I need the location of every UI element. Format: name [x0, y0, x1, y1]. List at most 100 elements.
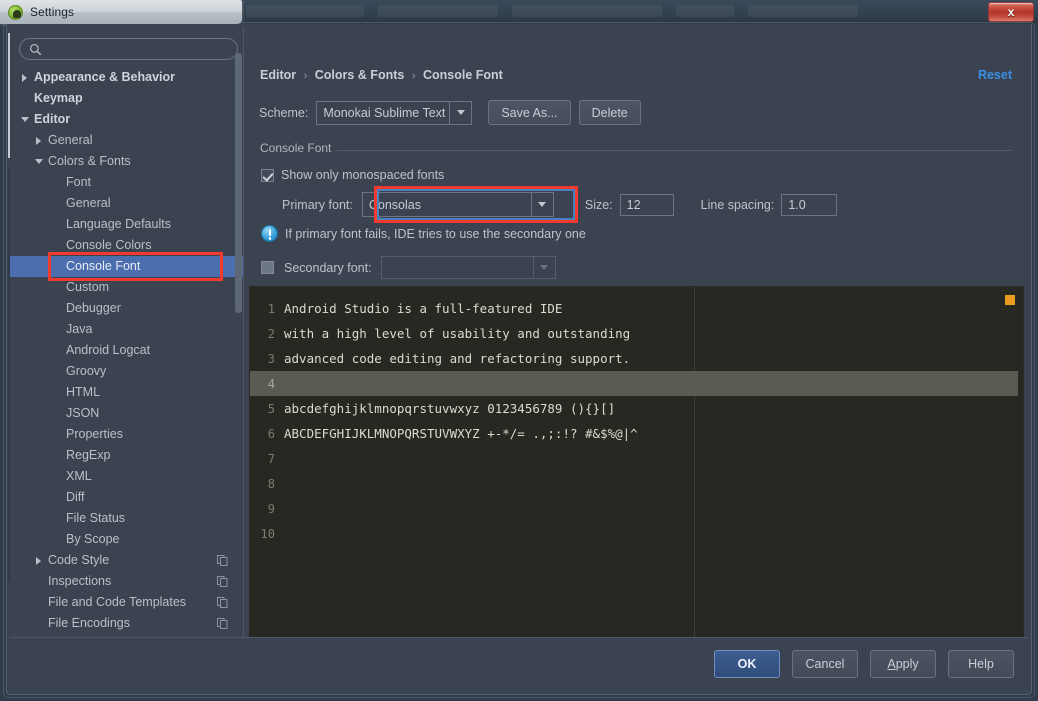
chevron-down-icon[interactable]	[449, 102, 471, 124]
sidebar-item-language-defaults[interactable]: Language Defaults	[10, 214, 244, 235]
tree-spacer	[52, 450, 63, 461]
sidebar-item-console-font[interactable]: Console Font	[10, 256, 244, 277]
breadcrumb-separator: ›	[412, 70, 416, 82]
sidebar-item-java[interactable]: Java	[10, 319, 244, 340]
search-icon	[29, 43, 42, 56]
tree-spacer	[52, 408, 63, 419]
sidebar-item-file-and-code-templates[interactable]: File and Code Templates	[10, 592, 244, 613]
console-font-group-title: Console Font	[260, 141, 337, 155]
tree-spacer	[52, 387, 63, 398]
sidebar-item-keymap[interactable]: Keymap	[10, 88, 244, 109]
secondary-font-combobox[interactable]	[381, 256, 556, 279]
chevron-right-icon[interactable]	[34, 135, 45, 146]
apply-button[interactable]: Apply	[870, 650, 936, 678]
sidebar-item-label: Diff	[66, 487, 85, 508]
sidebar-item-debugger[interactable]: Debugger	[10, 298, 244, 319]
close-icon: x	[1008, 5, 1015, 19]
sidebar-item-label: File and Code Templates	[48, 592, 186, 613]
tree-spacer	[52, 513, 63, 524]
settings-sidebar: Appearance & BehaviorKeymapEditorGeneral…	[10, 27, 244, 637]
size-input[interactable]: 12	[620, 194, 674, 216]
sidebar-item-label: Android Logcat	[66, 340, 150, 361]
preview-line: 4	[250, 371, 1023, 396]
sidebar-item-file-status[interactable]: File Status	[10, 508, 244, 529]
chevron-down-icon[interactable]	[533, 257, 555, 278]
sidebar-item-label: Code Style	[48, 550, 109, 571]
window-title: Settings	[30, 5, 74, 19]
primary-font-label: Primary font:	[282, 198, 353, 212]
save-as-button[interactable]: Save As...	[488, 100, 570, 125]
sidebar-item-label: Properties	[66, 424, 123, 445]
copy-settings-icon[interactable]	[217, 597, 228, 608]
sidebar-item-android-logcat[interactable]: Android Logcat	[10, 340, 244, 361]
preview-scrollbar[interactable]	[1018, 287, 1023, 637]
sidebar-item-by-scope[interactable]: By Scope	[10, 529, 244, 550]
preview-line: 10	[250, 521, 1023, 546]
scheme-combobox[interactable]: Monokai Sublime Text 3	[316, 101, 472, 125]
sidebar-item-file-encodings[interactable]: File Encodings	[10, 613, 244, 634]
tree-spacer	[52, 492, 63, 503]
line-number: 2	[250, 327, 280, 341]
breadcrumb-item-1[interactable]: Colors & Fonts	[315, 68, 405, 82]
ok-button[interactable]: OK	[714, 650, 780, 678]
sidebar-scrollbar[interactable]	[235, 27, 242, 597]
sidebar-item-appearance-behavior[interactable]: Appearance & Behavior	[10, 67, 244, 88]
tree-spacer	[34, 576, 45, 587]
sidebar-item-xml[interactable]: XML	[10, 466, 244, 487]
line-number: 9	[250, 502, 280, 516]
sidebar-item-general[interactable]: General	[10, 130, 244, 151]
primary-font-combobox[interactable]: Consolas	[362, 192, 554, 217]
sidebar-item-inspections[interactable]: Inspections	[10, 571, 244, 592]
copy-settings-icon[interactable]	[217, 576, 228, 587]
chevron-down-icon[interactable]	[20, 114, 31, 125]
font-preview-editor[interactable]: 1Android Studio is a full-featured IDE2w…	[249, 286, 1024, 637]
line-spacing-label: Line spacing:	[701, 198, 775, 212]
sidebar-item-code-style[interactable]: Code Style	[10, 550, 244, 571]
sidebar-item-colors-fonts[interactable]: Colors & Fonts	[10, 151, 244, 172]
scheme-row: Scheme: Monokai Sublime Text 3 Save As..…	[259, 100, 641, 125]
apply-mnemonic: A	[887, 657, 895, 671]
line-number: 7	[250, 452, 280, 466]
sidebar-item-groovy[interactable]: Groovy	[10, 361, 244, 382]
monospaced-checkbox-row[interactable]: Show only monospaced fonts	[261, 168, 444, 182]
chevron-down-icon[interactable]	[531, 193, 553, 216]
secondary-font-checkbox[interactable]	[261, 261, 274, 274]
sidebar-item-editor[interactable]: Editor	[10, 109, 244, 130]
cancel-button[interactable]: Cancel	[792, 650, 858, 678]
chevron-right-icon[interactable]	[34, 555, 45, 566]
tree-spacer	[34, 618, 45, 629]
sidebar-item-console-colors[interactable]: Console Colors	[10, 235, 244, 256]
search-input[interactable]	[19, 38, 238, 60]
secondary-font-hint-row: If primary font fails, IDE tries to use …	[261, 225, 586, 242]
delete-button[interactable]: Delete	[579, 100, 641, 125]
sidebar-item-properties[interactable]: Properties	[10, 424, 244, 445]
sidebar-item-regexp[interactable]: RegExp	[10, 445, 244, 466]
monospaced-checkbox[interactable]	[261, 169, 274, 182]
tree-spacer	[52, 240, 63, 251]
sidebar-item-diff[interactable]: Diff	[10, 487, 244, 508]
dialog-button-bar: OK Cancel Apply Help	[10, 637, 1028, 691]
tree-spacer	[52, 219, 63, 230]
breadcrumb-item-0[interactable]: Editor	[260, 68, 296, 82]
sidebar-item-general[interactable]: General	[10, 193, 244, 214]
copy-settings-icon[interactable]	[217, 555, 228, 566]
sidebar-item-label: File Status	[66, 508, 125, 529]
help-button[interactable]: Help	[948, 650, 1014, 678]
tree-spacer	[52, 282, 63, 293]
sidebar-item-label: Colors & Fonts	[48, 151, 131, 172]
sidebar-item-custom[interactable]: Custom	[10, 277, 244, 298]
sidebar-item-html[interactable]: HTML	[10, 382, 244, 403]
title-bar: Settings x	[0, 0, 1038, 24]
sidebar-item-json[interactable]: JSON	[10, 403, 244, 424]
close-button[interactable]: x	[988, 2, 1034, 22]
chevron-down-icon[interactable]	[34, 156, 45, 167]
reset-link[interactable]: Reset	[978, 68, 1012, 82]
line-spacing-input[interactable]: 1.0	[781, 194, 837, 216]
sidebar-scrollbar-thumb[interactable]	[235, 53, 242, 313]
chevron-right-icon[interactable]	[20, 72, 31, 83]
sidebar-item-font[interactable]: Font	[10, 172, 244, 193]
settings-tree[interactable]: Appearance & BehaviorKeymapEditorGeneral…	[10, 67, 244, 637]
copy-settings-icon[interactable]	[217, 618, 228, 629]
dialog-client-area: Appearance & BehaviorKeymapEditorGeneral…	[6, 24, 1032, 695]
preview-line: 6ABCDEFGHIJKLMNOPQRSTUVWXYZ +-*/= .,;:!?…	[250, 421, 1023, 446]
